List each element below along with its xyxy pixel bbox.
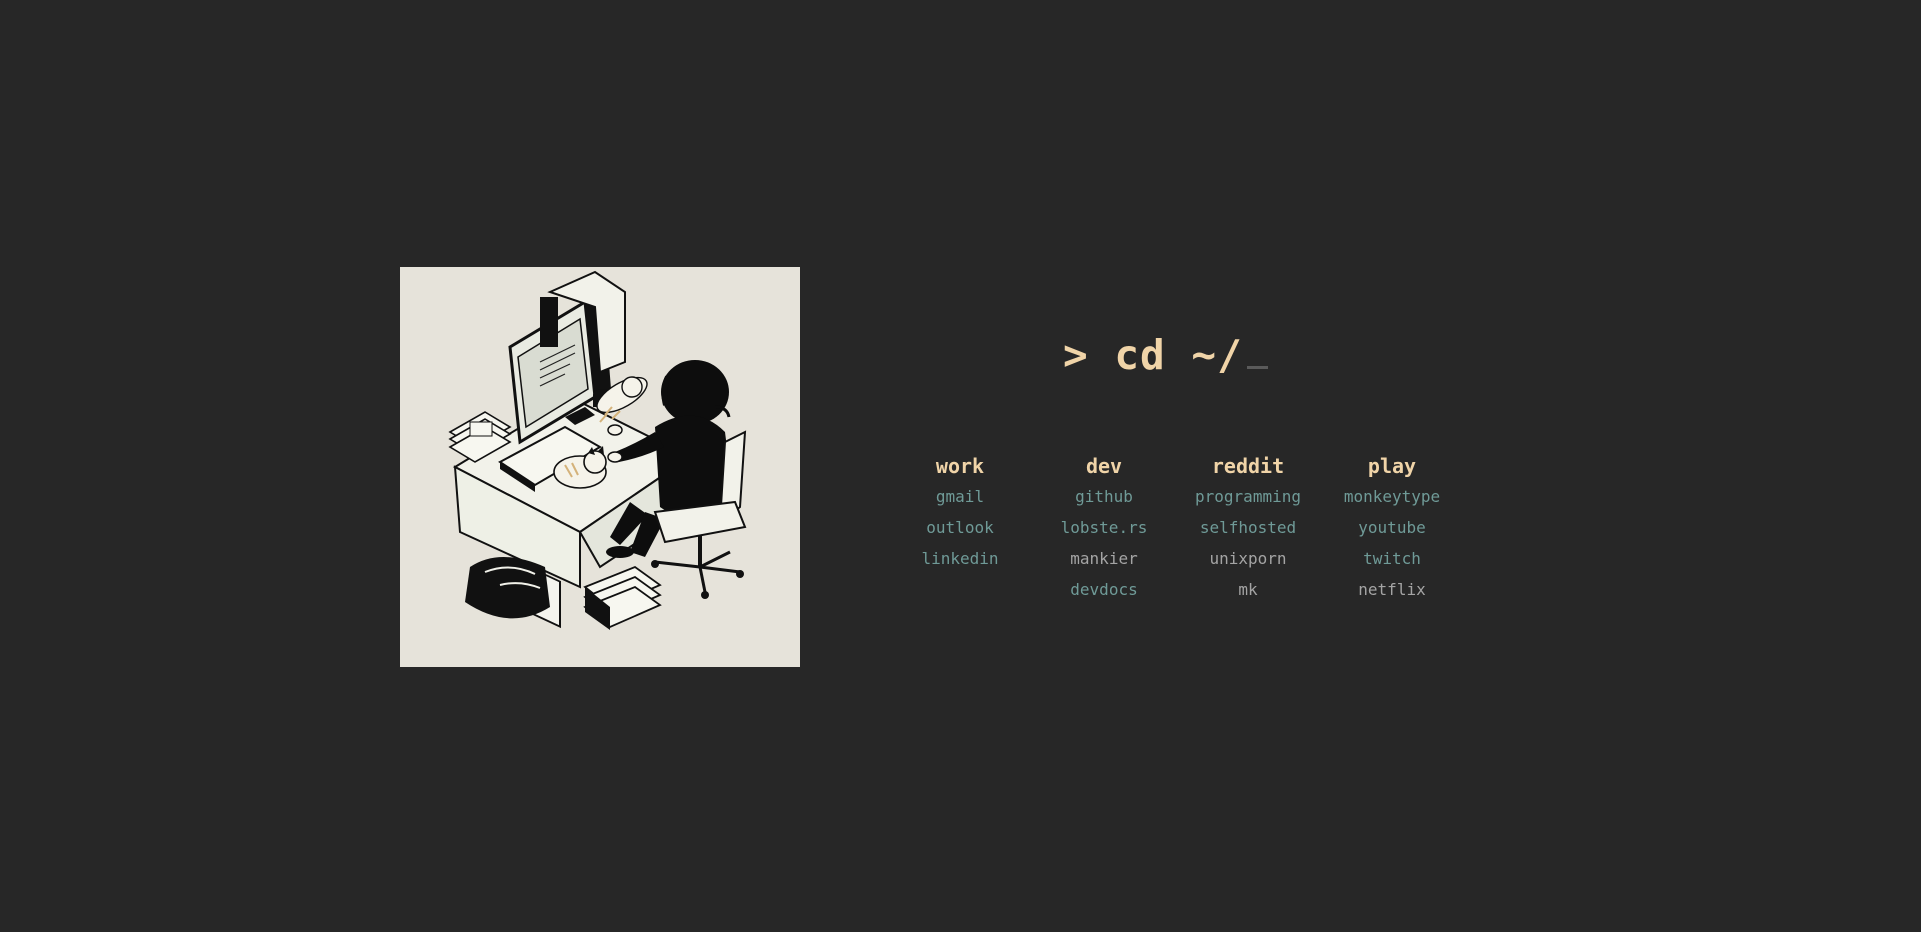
link-mk[interactable]: mk xyxy=(1238,574,1257,605)
link-outlook[interactable]: outlook xyxy=(926,512,993,543)
bookmark-column-dev: dev github lobste.rs mankier devdocs xyxy=(1032,451,1176,605)
desk-illustration-icon xyxy=(448,270,747,630)
column-title: reddit xyxy=(1211,454,1285,478)
desk-illustration-image xyxy=(400,267,800,667)
link-selfhosted[interactable]: selfhosted xyxy=(1200,512,1296,543)
bookmark-column-reddit: reddit programming selfhosted unixporn m… xyxy=(1176,451,1320,605)
link-mankier[interactable]: mankier xyxy=(1070,543,1137,574)
link-linkedin[interactable]: linkedin xyxy=(921,543,998,574)
link-twitch[interactable]: twitch xyxy=(1363,543,1421,574)
blinking-cursor xyxy=(1246,366,1268,369)
link-unixporn[interactable]: unixporn xyxy=(1209,543,1286,574)
link-monkeytype[interactable]: monkeytype xyxy=(1344,481,1440,512)
link-gmail[interactable]: gmail xyxy=(936,481,984,512)
terminal-prompt: > cd ~/ xyxy=(1063,331,1268,391)
link-github[interactable]: github xyxy=(1075,481,1133,512)
column-title: work xyxy=(935,454,985,478)
bookmark-columns: work gmail outlook linkedin dev github l… xyxy=(888,451,1464,605)
link-programming[interactable]: programming xyxy=(1195,481,1301,512)
prompt-text: > cd ~/ xyxy=(1063,331,1243,379)
link-netflix[interactable]: netflix xyxy=(1358,574,1425,605)
column-title: play xyxy=(1367,454,1417,478)
link-lobsters[interactable]: lobste.rs xyxy=(1061,512,1148,543)
bookmark-column-work: work gmail outlook linkedin xyxy=(888,451,1032,605)
link-devdocs[interactable]: devdocs xyxy=(1070,574,1137,605)
link-youtube[interactable]: youtube xyxy=(1358,512,1425,543)
startpage: > cd ~/ work gmail outlook linkedin dev … xyxy=(0,0,1921,932)
bookmark-column-play: play monkeytype youtube twitch netflix xyxy=(1320,451,1464,605)
column-title: dev xyxy=(1085,454,1123,478)
